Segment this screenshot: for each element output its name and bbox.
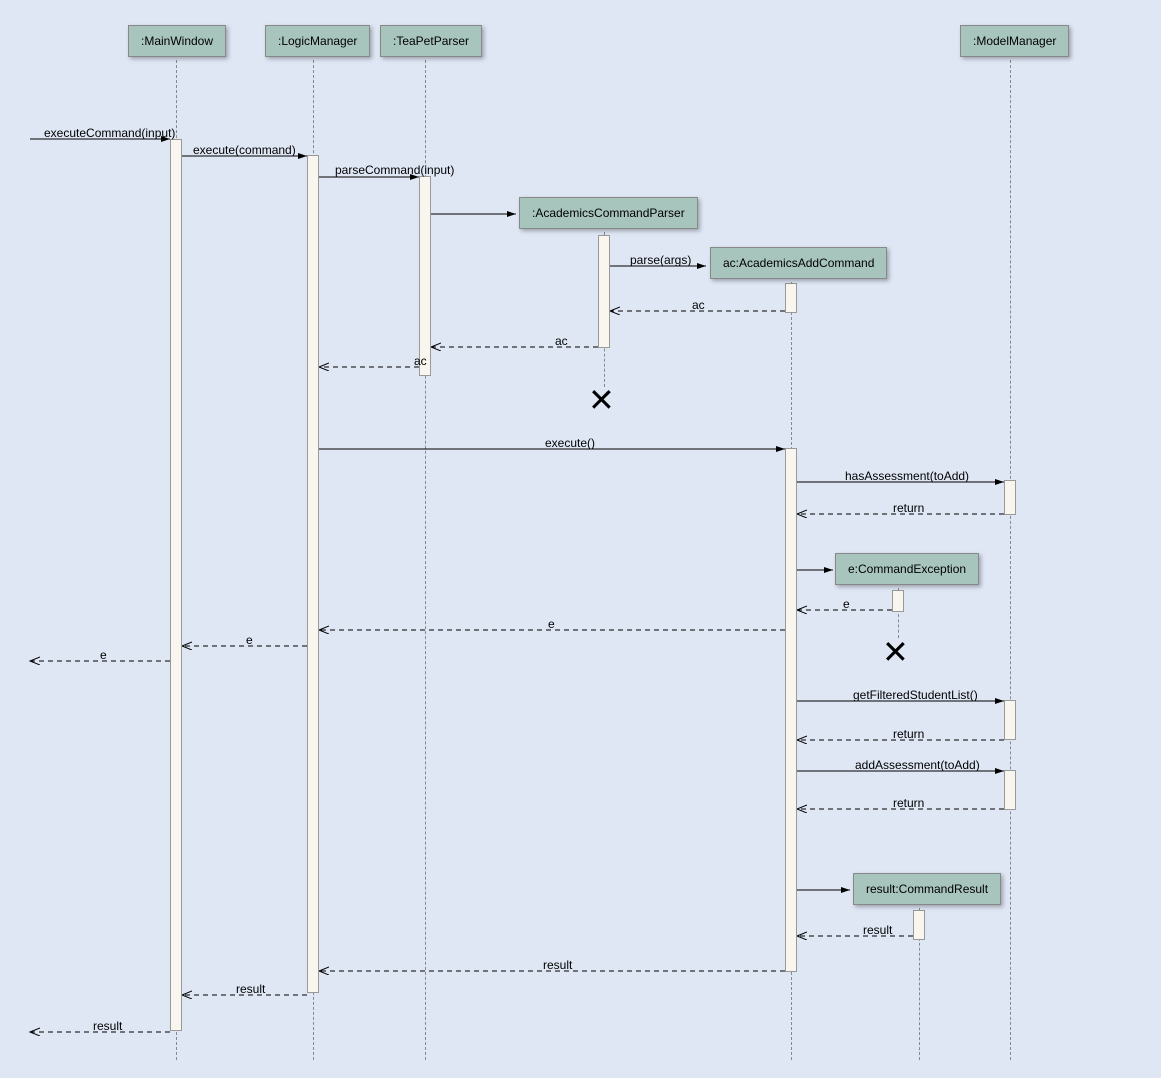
participant-mainwindow: :MainWindow	[128, 25, 226, 57]
activation-teapetparser	[419, 176, 431, 376]
msg-label: e	[843, 597, 850, 611]
msg-label: e	[548, 617, 555, 631]
msg-label: hasAssessment(toAdd)	[845, 469, 969, 483]
msg-label: ac	[414, 354, 427, 368]
sequence-diagram-canvas: :MainWindow :LogicManager :TeaPetParser …	[0, 0, 1161, 1078]
participant-commandexception: e:CommandException	[835, 553, 979, 585]
destroy-icon: ✕	[882, 636, 909, 668]
msg-label: e	[246, 633, 253, 647]
activation-modelmanager-1	[1004, 480, 1016, 515]
activation-modelmanager-2	[1004, 700, 1016, 740]
participant-commandresult: result:CommandResult	[853, 873, 1001, 905]
msg-label: result	[863, 923, 892, 937]
activation-commandexception	[892, 590, 904, 612]
activation-logicmanager	[307, 155, 319, 993]
participant-academicsaddcommand: ac:AcademicsAddCommand	[710, 247, 887, 279]
msg-label: return	[893, 501, 924, 515]
msg-label: e	[100, 648, 107, 662]
msg-label: parseCommand(input)	[335, 163, 454, 177]
msg-label: result	[236, 982, 265, 996]
activation-modelmanager-3	[1004, 770, 1016, 810]
msg-label: addAssessment(toAdd)	[855, 758, 980, 772]
lifeline-modelmanager	[1010, 60, 1011, 1060]
participant-modelmanager: :ModelManager	[960, 25, 1069, 57]
msg-label: result	[93, 1019, 122, 1033]
activation-mainwindow	[170, 139, 182, 1031]
participant-academicscommandparser: :AcademicsCommandParser	[519, 197, 698, 229]
msg-label: ac	[692, 298, 705, 312]
destroy-icon: ✕	[588, 384, 615, 416]
msg-label: getFilteredStudentList()	[853, 688, 978, 702]
msg-label: parse(args)	[630, 253, 691, 267]
activation-academicsaddcommand-1	[785, 283, 797, 313]
msg-label: execute()	[545, 436, 595, 450]
msg-label: execute(command)	[193, 143, 296, 157]
msg-label: return	[893, 727, 924, 741]
msg-label: executeCommand(input)	[44, 126, 175, 140]
participant-teapetparser: :TeaPetParser	[380, 25, 482, 57]
activation-academicscommandparser	[598, 235, 610, 348]
participant-logicmanager: :LogicManager	[265, 25, 370, 57]
activation-academicsaddcommand-2	[785, 448, 797, 972]
msg-label: return	[893, 796, 924, 810]
msg-label: ac	[555, 334, 568, 348]
msg-label: result	[543, 958, 572, 972]
activation-commandresult	[913, 910, 925, 940]
